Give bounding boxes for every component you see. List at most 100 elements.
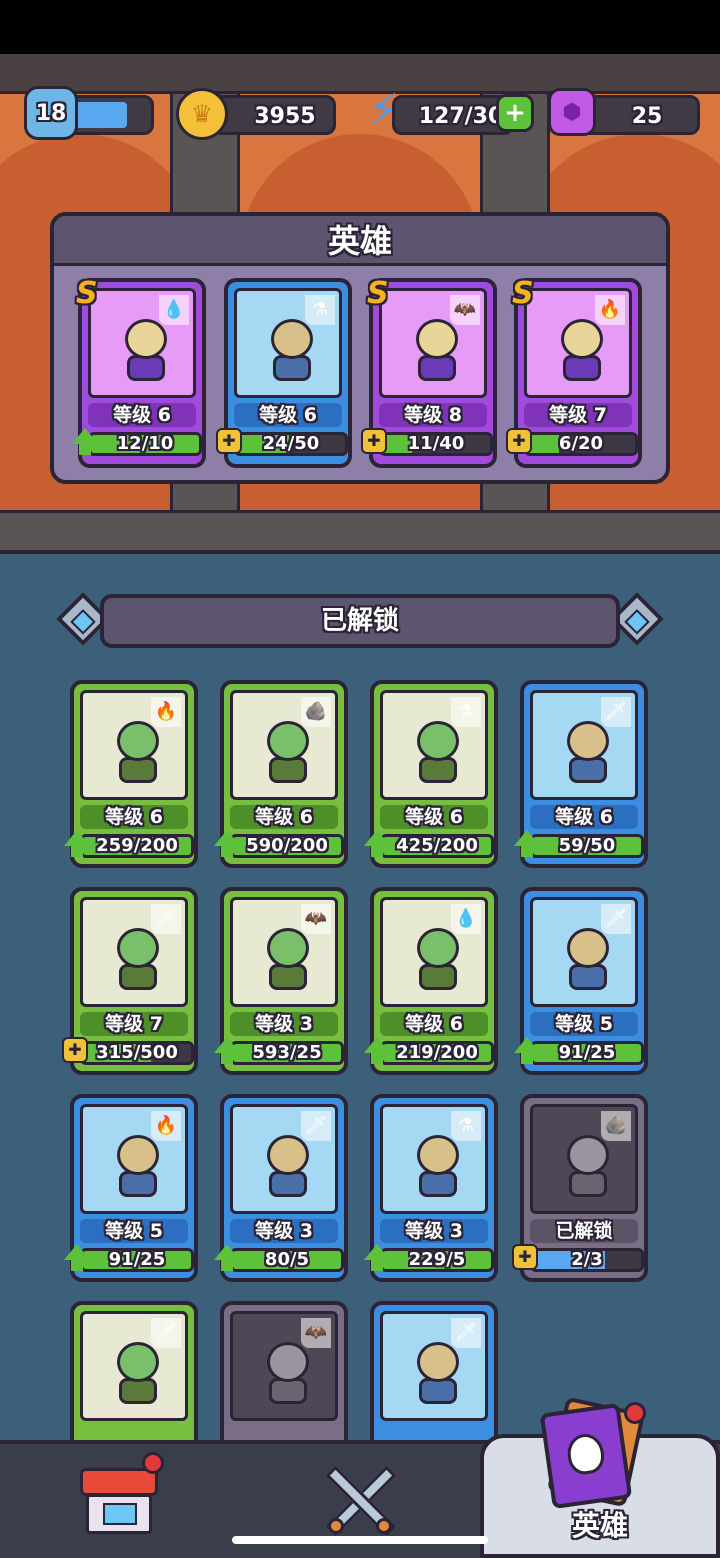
element-badge-icon: ⚗	[451, 1111, 481, 1141]
hero-portrait: ⚗	[380, 1104, 488, 1214]
hero-portrait: 🔥	[524, 288, 632, 398]
coins-count: 3955	[254, 104, 316, 129]
puzzle-piece-icon: ✚	[506, 428, 532, 454]
shard-progress-bar: 80/5	[230, 1248, 344, 1272]
hero-card[interactable]: 💧 等级 6 219/200	[364, 887, 498, 1075]
hero-card[interactable]: 🗡 等级 3 80/5	[214, 1094, 348, 1282]
hero-card[interactable]: 🗡 等级 7 315/500 ✚	[62, 887, 198, 1075]
shard-progress-text: 91/25	[558, 1042, 616, 1063]
nav-battle-button[interactable]	[318, 1460, 402, 1540]
hero-portrait: 🔥	[80, 1104, 188, 1214]
upgrade-arrow-icon	[214, 830, 240, 857]
element-badge-icon: 💧	[159, 295, 189, 325]
hero-card[interactable]: 🔥 等级 6 259/200	[64, 680, 198, 868]
hero-level-label: 等级 6	[380, 1012, 488, 1036]
hero-portrait: 🦇	[379, 288, 487, 398]
hero-level-label: 等级 3	[380, 1219, 488, 1243]
element-badge-icon: 🦇	[301, 904, 331, 934]
hero-card[interactable]: 🔥 等级 7 6/20 ✚ S	[506, 276, 642, 468]
hero-level-label: 等级 7	[524, 403, 632, 427]
shop-icon	[86, 1494, 152, 1534]
shard-progress-text: 229/5	[408, 1249, 466, 1270]
hero-portrait: 🔥	[80, 690, 188, 800]
shard-progress-bar: 219/200	[380, 1041, 494, 1065]
hero-portrait: 🪨	[230, 690, 338, 800]
home-indicator	[232, 1536, 488, 1544]
shard-progress-bar: 11/40	[379, 432, 493, 456]
lightning-icon: ⚡	[368, 85, 399, 136]
hero-level-label: 已解锁	[530, 1219, 638, 1243]
shard-progress-bar: 6/20	[524, 432, 638, 456]
hero-portrait: 🦇	[230, 897, 338, 1007]
hero-card[interactable]: ⚗ 等级 6 425/200	[364, 680, 498, 868]
element-badge-icon: 🔥	[151, 697, 181, 727]
shard-progress-bar: 91/25	[530, 1041, 644, 1065]
shard-progress-bar: 24/50	[234, 432, 348, 456]
element-badge-icon: 💧	[451, 904, 481, 934]
hero-portrait: 🪨	[530, 1104, 638, 1214]
upgrade-arrow-icon	[64, 1244, 90, 1271]
shard-progress-bar: 590/200	[230, 834, 344, 858]
shard-progress-text: 593/25	[252, 1042, 322, 1063]
hero-level-label: 等级 5	[530, 1012, 638, 1036]
shard-progress-text: 259/200	[96, 835, 178, 856]
puzzle-piece-icon: ✚	[361, 428, 387, 454]
upgrade-arrow-icon	[364, 830, 390, 857]
player-level: 18	[35, 100, 67, 126]
element-badge-icon: 🗡	[151, 1318, 181, 1348]
nav-shop-button[interactable]	[80, 1452, 164, 1540]
hero-card[interactable]: ⚗ 等级 3 229/5	[364, 1094, 498, 1282]
upgrade-arrow-icon	[214, 1037, 240, 1064]
shard-progress-text: 59/50	[558, 835, 616, 856]
rank-badge: S	[367, 276, 389, 311]
puzzle-piece-icon: ✚	[62, 1037, 88, 1063]
device-status-bar	[0, 0, 720, 54]
hero-level-label: 等级 6	[230, 805, 338, 829]
hero-card[interactable]: 💧 等级 6 12/10 S	[72, 276, 206, 468]
hero-level-label: 等级 7	[80, 1012, 188, 1036]
hero-level-label: 等级 3	[230, 1012, 338, 1036]
element-badge-icon: 🗡	[451, 1318, 481, 1348]
hero-portrait: ⚗	[234, 288, 342, 398]
element-badge-icon: 🪨	[601, 1111, 631, 1141]
hero-portrait: 🗡	[80, 1311, 188, 1421]
nav-hero-tab[interactable]: 英雄	[480, 1396, 720, 1558]
shard-progress-bar: 315/500	[80, 1041, 194, 1065]
shard-progress-text: 425/200	[396, 835, 478, 856]
hero-card[interactable]: ⚗ 等级 6 24/50 ✚	[216, 278, 352, 468]
hero-card[interactable]: 🗡 等级 5 91/25	[514, 887, 648, 1075]
unlocked-section-title: 已解锁	[100, 594, 620, 648]
coins-box: 3955	[212, 95, 336, 135]
add-energy-button[interactable]: +	[496, 94, 534, 132]
shard-progress-bar: 91/25	[80, 1248, 194, 1272]
hero-level-label: 等级 3	[230, 1219, 338, 1243]
hero-portrait: 🗡	[530, 690, 638, 800]
hero-portrait: ⚗	[380, 690, 488, 800]
hero-card[interactable]: 🗡 等级 6 59/50	[514, 680, 648, 868]
hero-portrait: 💧	[88, 288, 196, 398]
hero-portrait: 🦇	[230, 1311, 338, 1421]
hero-notification-badge	[624, 1402, 646, 1424]
upgrade-arrow-icon	[364, 1037, 390, 1064]
hero-card[interactable]: 🦇 等级 8 11/40 ✚ S	[361, 276, 497, 468]
element-badge-icon: 🗡	[151, 904, 181, 934]
hero-card[interactable]: 🔥 等级 5 91/25	[64, 1094, 198, 1282]
hero-card[interactable]: 🦇 等级 3 593/25	[214, 887, 348, 1075]
shard-progress-bar: 12/10	[88, 432, 202, 456]
sword-hilt-icon	[328, 1518, 344, 1534]
element-badge-icon: 🦇	[301, 1318, 331, 1348]
upgrade-arrow-icon	[514, 1037, 540, 1064]
hero-panel-title: 英雄	[54, 216, 666, 266]
hero-card[interactable]: 🪨 等级 6 590/200	[214, 680, 348, 868]
hero-card[interactable]: 🪨 已解锁 2/3 ✚	[512, 1094, 648, 1282]
shard-progress-text: 219/200	[396, 1042, 478, 1063]
shop-notification-badge	[142, 1452, 164, 1474]
shard-progress-bar: 259/200	[80, 834, 194, 858]
element-badge-icon: 🔥	[595, 295, 625, 325]
rank-badge: S	[512, 276, 534, 311]
hero-level-label: 等级 6	[80, 805, 188, 829]
element-badge-icon: 🪨	[301, 697, 331, 727]
rank-badge: S	[76, 276, 98, 311]
shard-progress-text: 91/25	[108, 1249, 166, 1270]
upgrade-arrow-icon	[364, 1244, 390, 1271]
